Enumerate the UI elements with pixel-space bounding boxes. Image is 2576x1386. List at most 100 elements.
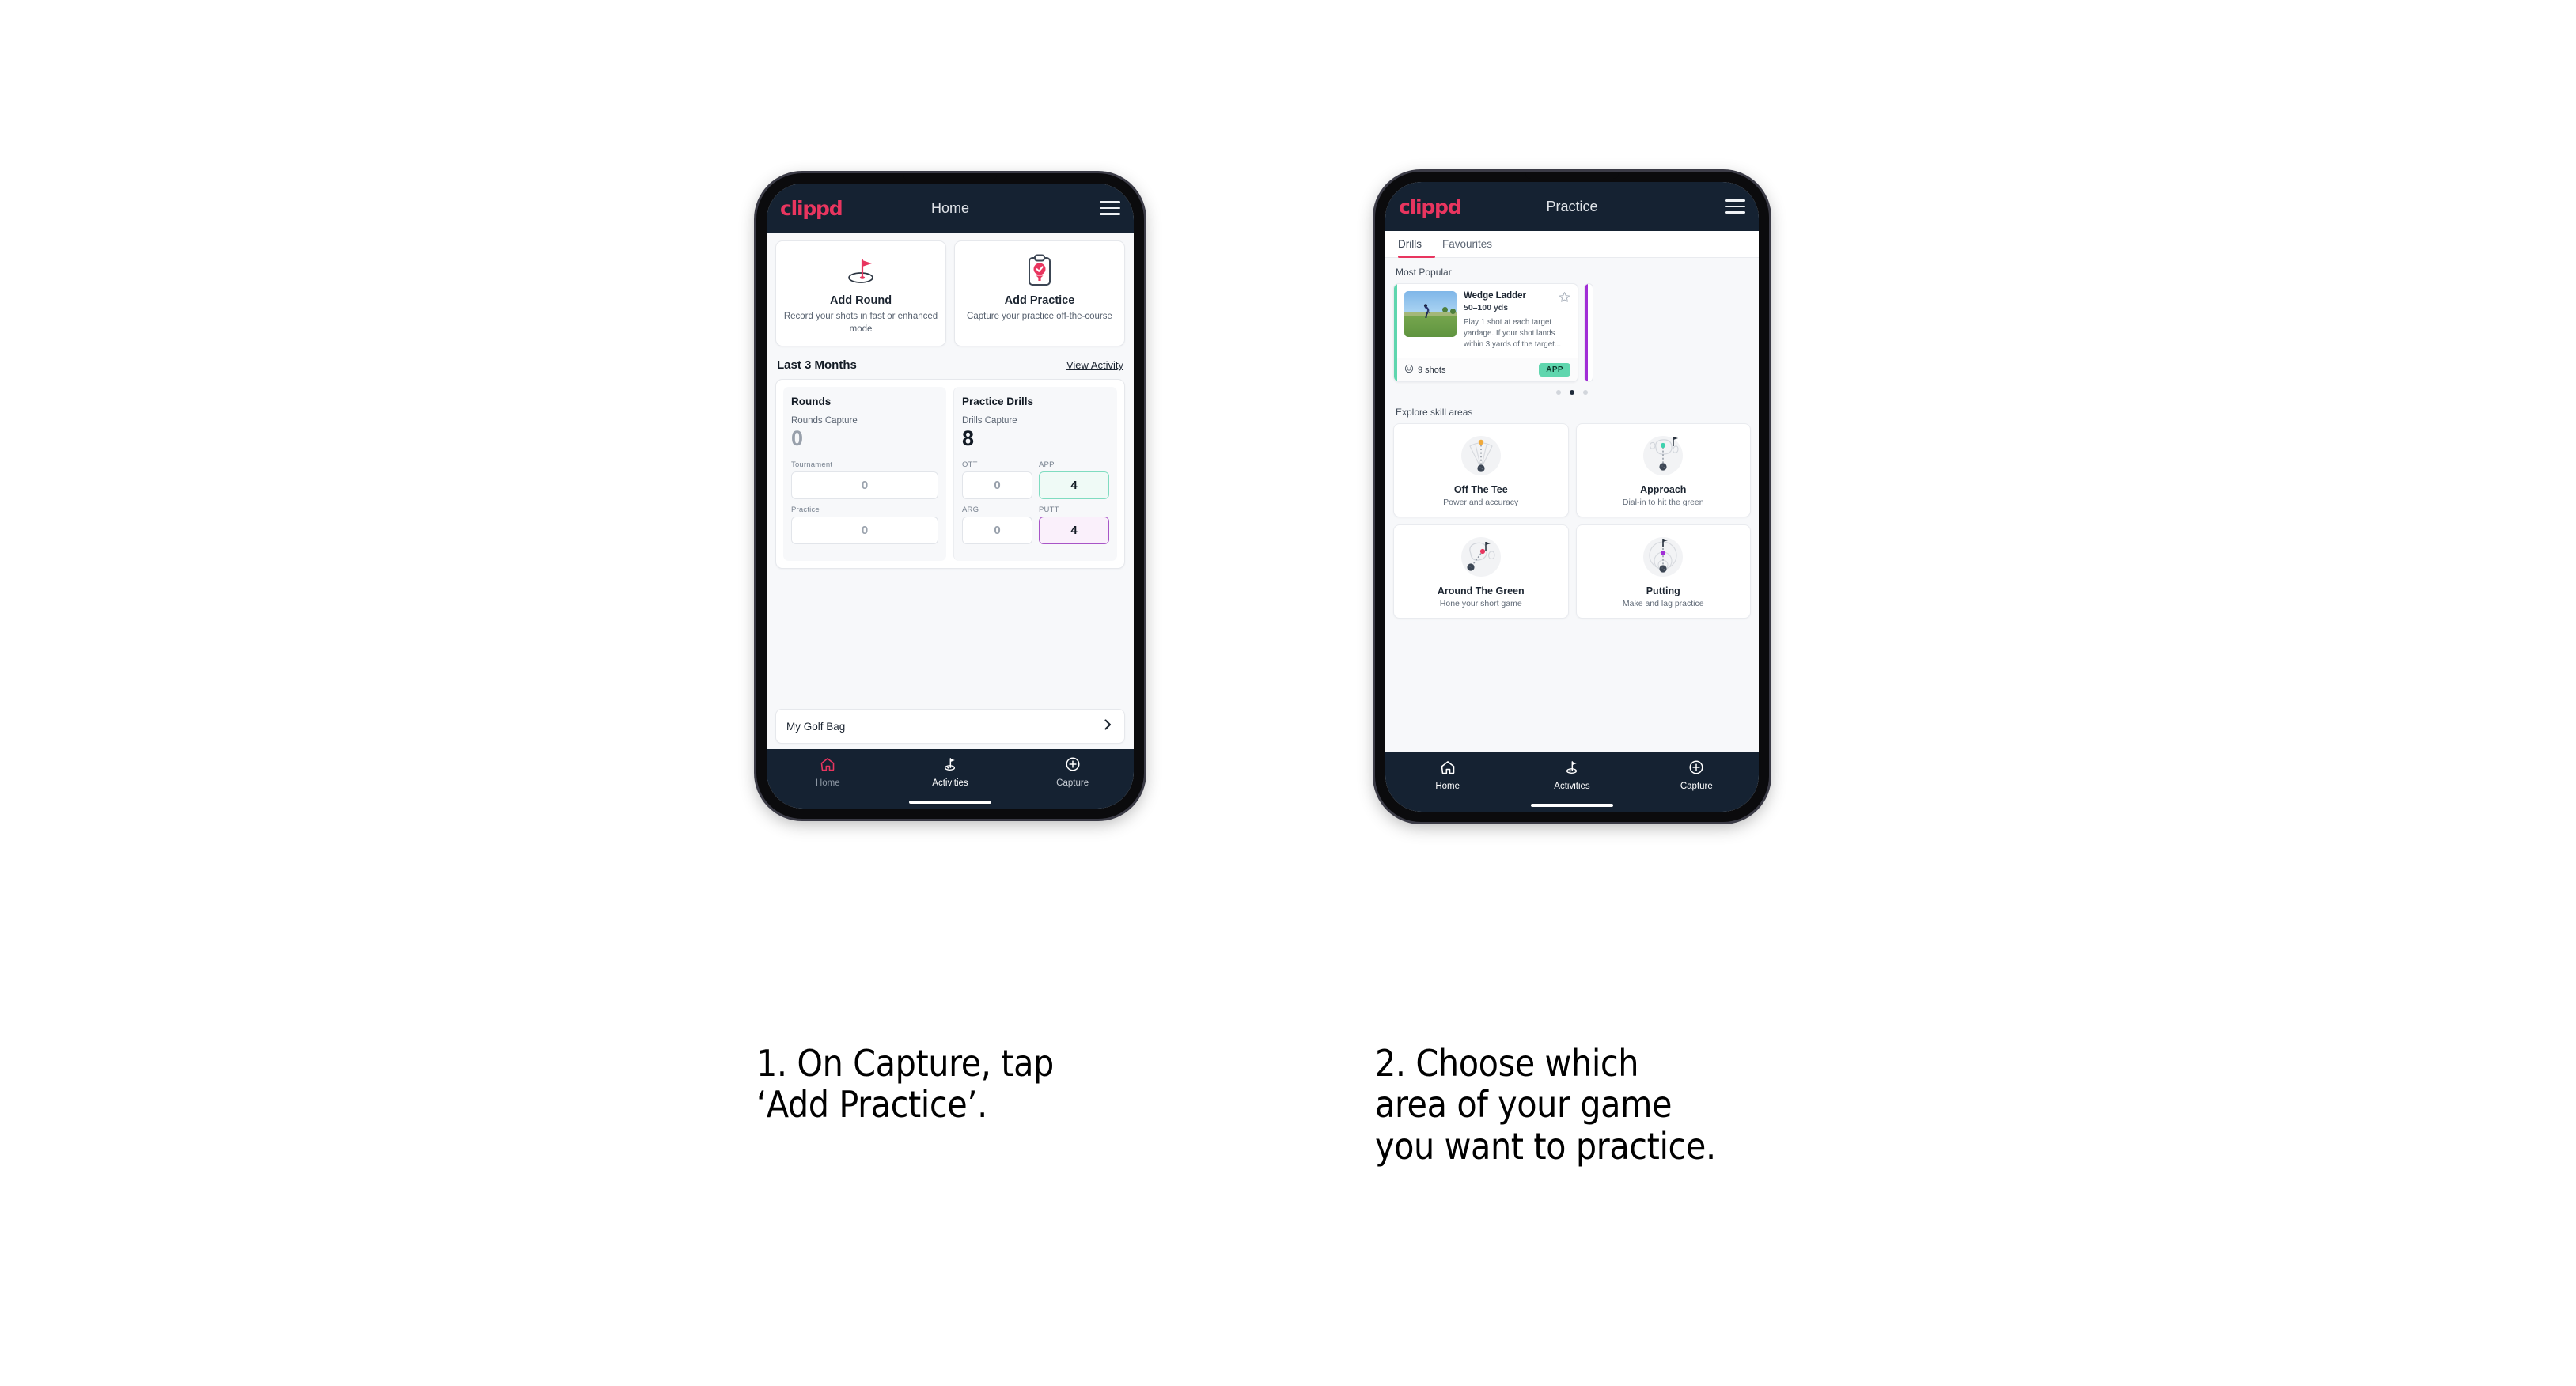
caption-step-1: 1. On Capture, tap ‘Add Practice’.	[756, 1042, 1054, 1127]
off-the-tee-icon	[1399, 433, 1563, 479]
hamburger-icon[interactable]	[1100, 201, 1120, 215]
hamburger-icon[interactable]	[1725, 199, 1745, 214]
tournament-value[interactable]: 0	[791, 471, 938, 500]
carousel-dot[interactable]	[1556, 390, 1561, 396]
nav-capture[interactable]: Capture	[1635, 759, 1758, 791]
drill-yardage: 50–100 yds	[1464, 302, 1509, 312]
tab-drills[interactable]: Drills	[1398, 238, 1422, 257]
phone-mockup-practice: clippd Practice Drills Favourites Most P…	[1375, 172, 1769, 822]
bottom-nav: Home Activities Capture	[767, 749, 1134, 808]
skill-card-off-the-tee[interactable]: Off The Tee Power and accuracy	[1393, 423, 1569, 518]
phone-mockup-home: clippd Home Add Round Record your shots …	[756, 173, 1144, 819]
drill-thumbnail	[1404, 291, 1457, 337]
rounds-column: Rounds Rounds Capture 0 Tournament 0 Pra…	[783, 387, 946, 562]
skill-subtitle: Make and lag practice	[1622, 599, 1704, 609]
drill-shots: 9 shots	[1404, 364, 1445, 376]
clippd-logo[interactable]: clippd	[780, 197, 843, 220]
view-activity-link[interactable]: View Activity	[1066, 359, 1123, 371]
page-root: clippd Home Add Round Record your shots …	[0, 0, 2576, 1386]
skill-card-around-the-green[interactable]: Around The Green Hone your short game	[1393, 524, 1569, 619]
home-indicator	[909, 800, 991, 804]
carousel-dots[interactable]	[1393, 390, 1751, 396]
app-field: APP 4	[1039, 460, 1109, 500]
stats-card: Rounds Rounds Capture 0 Tournament 0 Pra…	[775, 379, 1125, 570]
clipboard-check-tee-icon	[961, 252, 1118, 289]
rounds-heading: Rounds	[791, 396, 832, 408]
putt-value[interactable]: 4	[1039, 517, 1109, 545]
golf-flag-icon	[1563, 759, 1580, 779]
practice-value[interactable]: 0	[791, 517, 938, 545]
around-the-green-icon	[1399, 534, 1563, 580]
ott-value[interactable]: 0	[962, 471, 1032, 500]
skill-areas-grid: Off The Tee Power and accuracy Approach …	[1393, 423, 1751, 619]
drill-card-wedge-ladder[interactable]: Wedge Ladder 50–100 yds Play 1 shot at e…	[1393, 283, 1578, 383]
nav-capture-label: Capture	[1680, 782, 1713, 791]
rounds-capture-label: Rounds Capture	[791, 416, 858, 426]
tab-active-underline	[1398, 256, 1435, 258]
drills-heading: Practice Drills	[962, 396, 1034, 408]
home-icon	[1440, 759, 1456, 779]
drill-card-next-peek[interactable]	[1584, 283, 1593, 383]
add-round-title: Add Round	[829, 294, 892, 307]
explore-skill-areas-heading: Explore skill areas	[1396, 407, 1473, 418]
rounds-capture-value: 0	[791, 426, 804, 451]
skill-subtitle: Dial-in to hit the green	[1622, 498, 1704, 508]
arg-value[interactable]: 0	[962, 517, 1032, 545]
nav-home-label: Home	[815, 778, 840, 788]
arg-field: ARG 0	[962, 506, 1032, 545]
clock-icon	[1404, 364, 1414, 376]
nav-activities[interactable]: Activities	[889, 756, 1010, 788]
skill-title: Off The Tee	[1453, 484, 1508, 496]
skill-title: Putting	[1646, 585, 1680, 597]
golf-flag-icon	[941, 756, 958, 776]
drill-category-chip: APP	[1539, 363, 1570, 377]
my-golf-bag-row[interactable]: My Golf Bag	[775, 709, 1125, 744]
ott-label: OTT	[962, 460, 978, 470]
add-practice-title: Add Practice	[1004, 294, 1075, 307]
practice-drills-column: Practice Drills Drills Capture 8 OTT 0 A…	[953, 387, 1117, 562]
practice-field: Practice 0	[791, 506, 938, 545]
skill-card-approach[interactable]: Approach Dial-in to hit the green	[1575, 423, 1751, 518]
app-value[interactable]: 4	[1039, 471, 1109, 500]
tab-bar: Drills Favourites	[1385, 231, 1759, 258]
skill-title: Approach	[1640, 484, 1687, 496]
most-popular-heading: Most Popular	[1396, 267, 1452, 278]
home-screen: Add Round Record your shots in fast or e…	[767, 233, 1134, 749]
nav-home[interactable]: Home	[767, 756, 888, 788]
drills-capture-value: 8	[962, 426, 975, 451]
putt-field: PUTT 4	[1039, 506, 1109, 545]
nav-home[interactable]: Home	[1386, 759, 1510, 791]
nav-activities-label: Activities	[932, 778, 968, 788]
carousel-dot-active[interactable]	[1570, 390, 1574, 396]
home-indicator	[1531, 803, 1613, 807]
drill-accent-bar	[1394, 284, 1397, 382]
skill-subtitle: Hone your short game	[1439, 599, 1522, 609]
app-label: APP	[1039, 460, 1055, 470]
tournament-field: Tournament 0	[791, 460, 938, 500]
add-round-subtitle: Record your shots in fast or enhanced mo…	[783, 312, 938, 334]
add-practice-card[interactable]: Add Practice Capture your practice off-t…	[954, 240, 1125, 347]
practice-screen: Drills Favourites Most Popular Wedge Lad…	[1385, 231, 1759, 752]
star-outline-icon[interactable]	[1559, 291, 1570, 307]
drill-carousel[interactable]: Wedge Ladder 50–100 yds Play 1 shot at e…	[1393, 283, 1751, 383]
phone-notch	[903, 173, 997, 180]
skill-title: Around The Green	[1437, 585, 1525, 597]
add-round-card[interactable]: Add Round Record your shots in fast or e…	[775, 240, 946, 347]
carousel-dot[interactable]	[1583, 390, 1588, 396]
nav-activities[interactable]: Activities	[1510, 759, 1634, 791]
tab-favourites[interactable]: Favourites	[1442, 238, 1492, 257]
clippd-logo[interactable]: clippd	[1399, 195, 1462, 218]
skill-card-putting[interactable]: Putting Make and lag practice	[1575, 524, 1751, 619]
arg-label: ARG	[962, 506, 979, 515]
tournament-label: Tournament	[791, 460, 833, 470]
quick-actions: Add Round Record your shots in fast or e…	[775, 240, 1125, 347]
ott-field: OTT 0	[962, 460, 1032, 500]
my-golf-bag-label: My Golf Bag	[786, 720, 846, 733]
nav-capture[interactable]: Capture	[1012, 756, 1133, 788]
drill-shots-label: 9 shots	[1418, 365, 1446, 375]
section-header: Last 3 Months View Activity	[777, 358, 1123, 372]
putt-label: PUTT	[1039, 506, 1059, 515]
bottom-nav: Home Activities Capture	[1385, 752, 1759, 812]
phone-notch	[1525, 172, 1619, 179]
putting-icon	[1582, 534, 1746, 580]
